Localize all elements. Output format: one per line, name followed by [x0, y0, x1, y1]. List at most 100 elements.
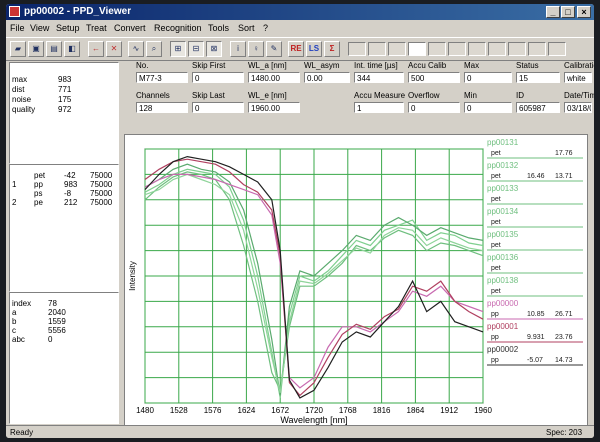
x-tick-label: 1960 [474, 406, 492, 415]
stat-label: dist [12, 85, 25, 94]
legend-name: pp00002 [487, 345, 519, 354]
fit-y-icon[interactable]: ⊠ [206, 41, 222, 57]
channels-field[interactable]: 128 [136, 102, 188, 113]
id-field[interactable]: 605987 [516, 102, 560, 113]
mode-button-6[interactable] [448, 42, 466, 56]
spectrum-plot[interactable]: 1480 1528 1576 1624 1672 1720 1768 1816 1864 1912… [124, 134, 588, 426]
x-tick-label: 1528 [170, 406, 188, 415]
legend-value-1: 16.46 [527, 173, 545, 180]
ls-button[interactable]: LS [306, 41, 322, 57]
mode-button-2[interactable] [368, 42, 386, 56]
wl-asym-label: WL_asym [304, 61, 340, 70]
legend-sub: pet [491, 265, 501, 272]
print-icon[interactable]: ▤ [46, 41, 62, 57]
legend-value-2: 26.71 [555, 311, 573, 318]
open-icon[interactable]: ▰ [10, 41, 26, 57]
x-tick-label: 1480 [136, 406, 154, 415]
minimize-button[interactable]: _ [546, 6, 560, 18]
x-axis-label: Wavelength [nm] [280, 415, 347, 425]
menu-treat[interactable]: Treat [86, 23, 107, 33]
fit-x-icon[interactable]: ⊟ [188, 41, 204, 57]
menu-file[interactable]: File [10, 23, 25, 33]
menu-convert[interactable]: Convert [114, 23, 146, 33]
status-text: Ready [10, 428, 34, 437]
skip-first-field[interactable]: 0 [192, 72, 244, 83]
legend-name: pp00134 [487, 207, 519, 216]
skip-last-label: Skip Last [192, 91, 225, 100]
accu-calib-field[interactable]: 500 [408, 72, 460, 83]
mode-button-5[interactable] [428, 42, 446, 56]
wl-e-field[interactable]: 1960.00 [248, 102, 300, 113]
back-icon[interactable]: ← [88, 41, 104, 57]
menu-view[interactable]: View [30, 23, 49, 33]
status-field[interactable]: 15 [516, 72, 560, 83]
x-tick-label: 1768 [339, 406, 357, 415]
peak-index: 1 [12, 180, 17, 189]
mode-button-3[interactable] [388, 42, 406, 56]
zoom-icon[interactable]: ⌕ [146, 41, 162, 57]
legend-name: pp00133 [487, 184, 519, 193]
stat-label: max [12, 75, 28, 84]
menu-setup[interactable]: Setup [56, 23, 80, 33]
skip-last-field[interactable]: 0 [192, 102, 244, 113]
fit-icon[interactable]: ⊞ [170, 41, 186, 57]
bulb-icon[interactable]: ♀ [248, 41, 264, 57]
max-field[interactable]: 0 [464, 72, 512, 83]
toolbar: ▰ ▣ ▤ ◧ ← ✕ ∿ ⌕ ⊞ ⊟ ⊠ i ♀ ✎ RE LS Σ [6, 37, 594, 61]
legend-sub: pet [491, 219, 501, 226]
index-label: b [12, 317, 17, 326]
accu-measure-field[interactable]: 1 [354, 102, 404, 113]
legend-value-1: 10.85 [527, 311, 545, 318]
date-time-field[interactable]: 03/18/0 [564, 102, 592, 113]
overflow-field[interactable]: 0 [408, 102, 460, 113]
calibration-field[interactable]: white [564, 72, 592, 83]
lamp-icon[interactable]: ✎ [266, 41, 282, 57]
mode-button-10[interactable] [528, 42, 546, 56]
legend-name: pp00131 [487, 138, 519, 147]
legend-sub: pp [491, 334, 499, 341]
legend-sub: pet [491, 242, 501, 249]
min-label: Min [464, 91, 477, 100]
mode-button-7[interactable] [468, 42, 486, 56]
legend-value-2: 23.76 [555, 334, 573, 341]
legend-value-1: -5.07 [527, 357, 543, 364]
menu-recognition[interactable]: Recognition [154, 23, 202, 33]
mode-button-11[interactable] [548, 42, 566, 56]
wl-a-field[interactable]: 1480.00 [248, 72, 300, 83]
wl-asym-field[interactable]: 0.00 [304, 72, 350, 83]
delete-icon[interactable]: ✕ [106, 41, 122, 57]
legend-name: pp00138 [487, 276, 519, 285]
index-value: 78 [48, 299, 57, 308]
stat-label: noise [12, 95, 32, 104]
menu-tools[interactable]: Tools [208, 23, 229, 33]
mode-button-4[interactable] [408, 42, 426, 56]
menu-help[interactable]: ? [263, 23, 268, 33]
peak-count: 75000 [90, 171, 113, 180]
legend-name: pp00135 [487, 230, 519, 239]
min-field[interactable]: 0 [464, 102, 512, 113]
info-icon[interactable]: i [230, 41, 246, 57]
graph-icon[interactable]: ∿ [128, 41, 144, 57]
no-field[interactable]: M77-3 [136, 72, 188, 83]
index-value: 0 [48, 335, 53, 344]
rec-button[interactable]: RE [288, 41, 304, 57]
sigma-icon[interactable]: Σ [324, 41, 340, 57]
peak-value: 983 [64, 180, 78, 189]
legend-sub: pet [491, 150, 501, 157]
stat-value: 983 [58, 75, 72, 84]
mode-button-8[interactable] [488, 42, 506, 56]
stat-label: quality [12, 105, 36, 114]
close-button[interactable]: × [577, 6, 591, 18]
maximize-button[interactable]: □ [561, 6, 575, 18]
wl-a-label: WL_a [nm] [248, 61, 287, 70]
mode-button-1[interactable] [348, 42, 366, 56]
peak-name: pet [34, 171, 46, 180]
book-icon[interactable]: ◧ [64, 41, 80, 57]
peak-count: 75000 [90, 198, 113, 207]
save-icon[interactable]: ▣ [28, 41, 44, 57]
accu-measure-label: Accu Measure [354, 91, 406, 100]
peaks-panel: pet -42 75000 1 pp 983 75000 ps -8 75000… [9, 164, 119, 292]
menu-sort[interactable]: Sort [238, 23, 255, 33]
int-time-field[interactable]: 344 [354, 72, 404, 83]
mode-button-9[interactable] [508, 42, 526, 56]
